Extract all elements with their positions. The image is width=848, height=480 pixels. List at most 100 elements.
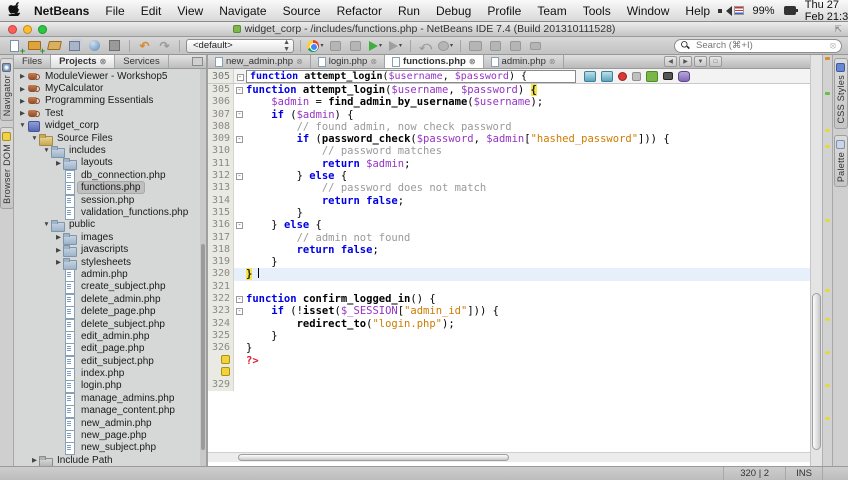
stop-macro-icon[interactable] [632,71,641,81]
fold-collapse-icon[interactable]: - [236,221,243,229]
tree-expand-icon[interactable]: ▶ [18,85,27,93]
tree-expand-icon[interactable]: ▼ [42,147,51,154]
tree-item[interactable]: create_subject.php [14,281,200,295]
volume-icon[interactable] [718,5,733,16]
fold-column[interactable]: - [234,84,246,96]
last-edit-forward-icon[interactable] [601,70,613,82]
tree-item[interactable]: validation_functions.php [14,206,200,220]
tree-item[interactable]: new_page.php [14,429,200,444]
tree-item[interactable]: db_connection.php [14,169,200,183]
menubar-clock[interactable]: Thu 27 Feb 21:35 [805,0,848,23]
tree-expand-icon[interactable]: ▶ [18,72,27,80]
fold-collapse-icon[interactable]: - [236,172,243,180]
error-stripe-mark[interactable] [825,318,830,322]
upload-icon[interactable] [646,70,658,82]
vertical-scroll-thumb[interactable] [812,293,821,450]
preview-icon[interactable] [86,39,103,53]
fold-column[interactable]: - [234,133,246,145]
fold-column[interactable]: - [234,219,246,231]
run-button[interactable]: ▾ [367,39,384,53]
menu-run[interactable]: Run [390,4,428,18]
code-editor[interactable]: 305- function attempt_login($username, $p… [208,84,810,452]
search-clear-icon[interactable]: ⦻ [830,40,836,51]
tab-list-dropdown-button[interactable]: ▼ [694,56,707,67]
tree-item[interactable]: ▶ ModuleViewer - Workshop5 [14,70,200,82]
tree-expand-icon[interactable]: ▼ [18,122,27,129]
maximize-editor-button[interactable]: □ [709,56,722,67]
menu-edit[interactable]: Edit [133,4,170,18]
error-stripe-mark[interactable] [825,350,830,354]
browser-select-chrome-icon[interactable]: ▾ [307,39,324,53]
error-stripe-mark[interactable] [825,219,830,223]
fold-collapse-icon[interactable]: - [236,86,243,94]
tree-item[interactable]: index.php [14,367,200,382]
error-stripe-mark[interactable] [825,289,830,293]
menu-view[interactable]: View [169,4,211,18]
tree-item[interactable]: login.php [14,380,200,394]
scroll-tabs-left-button[interactable]: ◀ [664,56,677,67]
editor-tab-new_admin-php[interactable]: new_admin.php ⊗ [208,55,311,68]
menu-netbeans[interactable]: NetBeans [26,4,97,18]
tree-item[interactable]: manage_admins.php [14,392,200,406]
record-macro-icon[interactable] [618,71,627,81]
error-stripe-mark[interactable] [825,57,830,61]
close-tab-icon[interactable]: ⊗ [296,57,303,66]
panel-minimize-icon[interactable] [192,57,203,66]
fold-collapse-icon[interactable]: - [236,307,243,315]
profile-button[interactable]: ▾ [437,39,454,53]
new-file-button[interactable]: + [6,39,25,55]
gc-button[interactable] [487,39,504,53]
tree-item[interactable]: ▼ widget_corp [14,120,200,133]
menu-refactor[interactable]: Refactor [329,4,390,18]
new-project-button[interactable]: + [26,39,45,55]
fold-column[interactable]: - [234,305,246,317]
database-icon[interactable] [678,70,690,82]
menu-profile[interactable]: Profile [479,4,529,18]
tree-item[interactable]: edit_admin.php [14,330,200,344]
build-button[interactable] [327,39,344,53]
tree-expand-icon[interactable]: ▶ [54,246,63,254]
fold-collapse-icon[interactable]: - [236,295,243,303]
search-input[interactable] [694,39,828,52]
panel-tab-services[interactable]: Services [115,55,169,68]
menu-debug[interactable]: Debug [428,4,479,18]
open-project-button[interactable] [46,39,63,53]
insert-mode-indicator[interactable]: INS [785,467,822,480]
tree-item[interactable]: delete_subject.php [14,318,200,332]
save-button[interactable] [106,39,123,53]
menu-team[interactable]: Team [529,4,574,18]
menu-source[interactable]: Source [275,4,329,18]
tree-item[interactable]: ▶ Test [14,107,200,119]
tree-item[interactable]: ▶ Include Path [14,454,200,466]
tree-item[interactable]: edit_subject.php [14,355,200,369]
error-stripe[interactable] [822,55,832,466]
browser-dom-dock-tab[interactable]: Browser DOM [0,127,14,210]
heap-button[interactable] [507,39,524,53]
tree-item[interactable]: delete_admin.php [14,293,200,307]
configuration-select[interactable]: <default> ▲ ▼ [186,38,294,53]
tree-item[interactable]: manage_content.php [14,405,200,419]
menu-help[interactable]: Help [677,4,718,18]
tree-expand-icon[interactable]: ▶ [54,159,63,167]
notifications-button[interactable] [527,39,544,53]
tree-item[interactable]: ▼ Source Files [14,132,200,146]
tree-item[interactable]: ▼ includes [14,144,200,159]
close-tab-icon[interactable]: ⊗ [100,57,107,66]
error-stripe-mark[interactable] [825,383,830,387]
menu-navigate[interactable]: Navigate [211,4,274,18]
scroll-tabs-right-button[interactable]: ▶ [679,56,692,67]
tree-item[interactable]: session.php [14,194,200,208]
panel-tab-projects[interactable]: Projects ⊗ [51,55,116,68]
editor-tab-functions-php[interactable]: functions.php ⊗ [385,55,484,68]
tree-item[interactable]: ▶ javascripts [14,243,200,258]
error-stripe-mark[interactable] [825,416,830,420]
horizontal-scrollbar[interactable] [208,452,810,462]
close-tab-icon[interactable]: ⊗ [469,57,476,66]
tree-item[interactable]: admin.php [14,268,200,282]
menu-file[interactable]: File [97,4,132,18]
menu-tools[interactable]: Tools [575,4,619,18]
tree-item[interactable]: delete_page.php [14,305,200,320]
window-titlebar[interactable]: widget_corp - /includes/functions.php - … [0,22,848,37]
last-edit-back-icon[interactable] [584,70,596,82]
rerun-button[interactable]: ⤺ [417,39,434,53]
